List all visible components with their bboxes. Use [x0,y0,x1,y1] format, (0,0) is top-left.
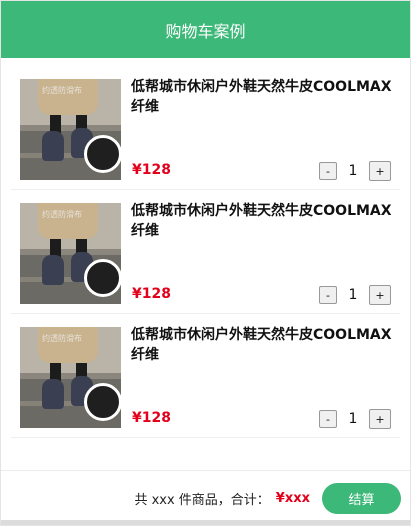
image-watermark: 约透防滑布 [42,210,82,219]
quantity-value: 1 [348,163,358,179]
quantity-stepper: - 1 + [319,409,391,429]
cart-item: 约透防滑布 低帮城市休闲户外鞋天然牛皮COOLMAX纤维 ¥128 - 1 + [11,314,400,438]
increase-button[interactable]: + [369,409,391,429]
decrease-button[interactable]: - [319,410,337,428]
product-image[interactable]: 约透防滑布 [20,79,121,180]
cart-app: 购物车案例 约透防滑布 低帮城市休闲户外鞋天然牛皮COOLMAX纤维 ¥128 … [0,0,411,526]
product-price: ¥128 [132,410,171,426]
product-image[interactable]: 约透防滑布 [20,327,121,428]
decrease-button[interactable]: - [319,162,337,180]
product-price: ¥128 [132,286,171,302]
decrease-button[interactable]: - [319,286,337,304]
quantity-value: 1 [348,287,358,303]
cart-total: ¥xxx [275,490,310,506]
image-watermark: 约透防滑布 [42,334,82,343]
product-title: 低帮城市休闲户外鞋天然牛皮COOLMAX纤维 [131,327,392,363]
cart-summary: 共 xxx 件商品，合计： [134,492,270,508]
quantity-value: 1 [348,411,358,427]
bottom-divider [1,520,410,525]
header-bar: 购物车案例 [1,1,410,58]
page-title: 购物车案例 [165,21,246,41]
cart-item: 约透防滑布 低帮城市休闲户外鞋天然牛皮COOLMAX纤维 ¥128 - 1 + [11,190,400,314]
quantity-stepper: - 1 + [319,285,391,305]
product-image[interactable]: 约透防滑布 [20,203,121,304]
image-watermark: 约透防滑布 [42,86,82,95]
increase-button[interactable]: + [369,161,391,181]
checkout-button[interactable]: 结算 [322,482,401,514]
product-title: 低帮城市休闲户外鞋天然牛皮COOLMAX纤维 [131,203,392,239]
cart-item: 约透防滑布 低帮城市休闲户外鞋天然牛皮COOLMAX纤维 ¥128 - 1 + [11,66,400,190]
cart-list: 约透防滑布 低帮城市休闲户外鞋天然牛皮COOLMAX纤维 ¥128 - 1 + … [1,58,410,438]
product-title: 低帮城市休闲户外鞋天然牛皮COOLMAX纤维 [131,79,392,115]
product-price: ¥128 [132,162,171,178]
quantity-stepper: - 1 + [319,161,391,181]
cart-footer: 共 xxx 件商品，合计： ¥xxx 结算 [1,470,410,525]
increase-button[interactable]: + [369,285,391,305]
